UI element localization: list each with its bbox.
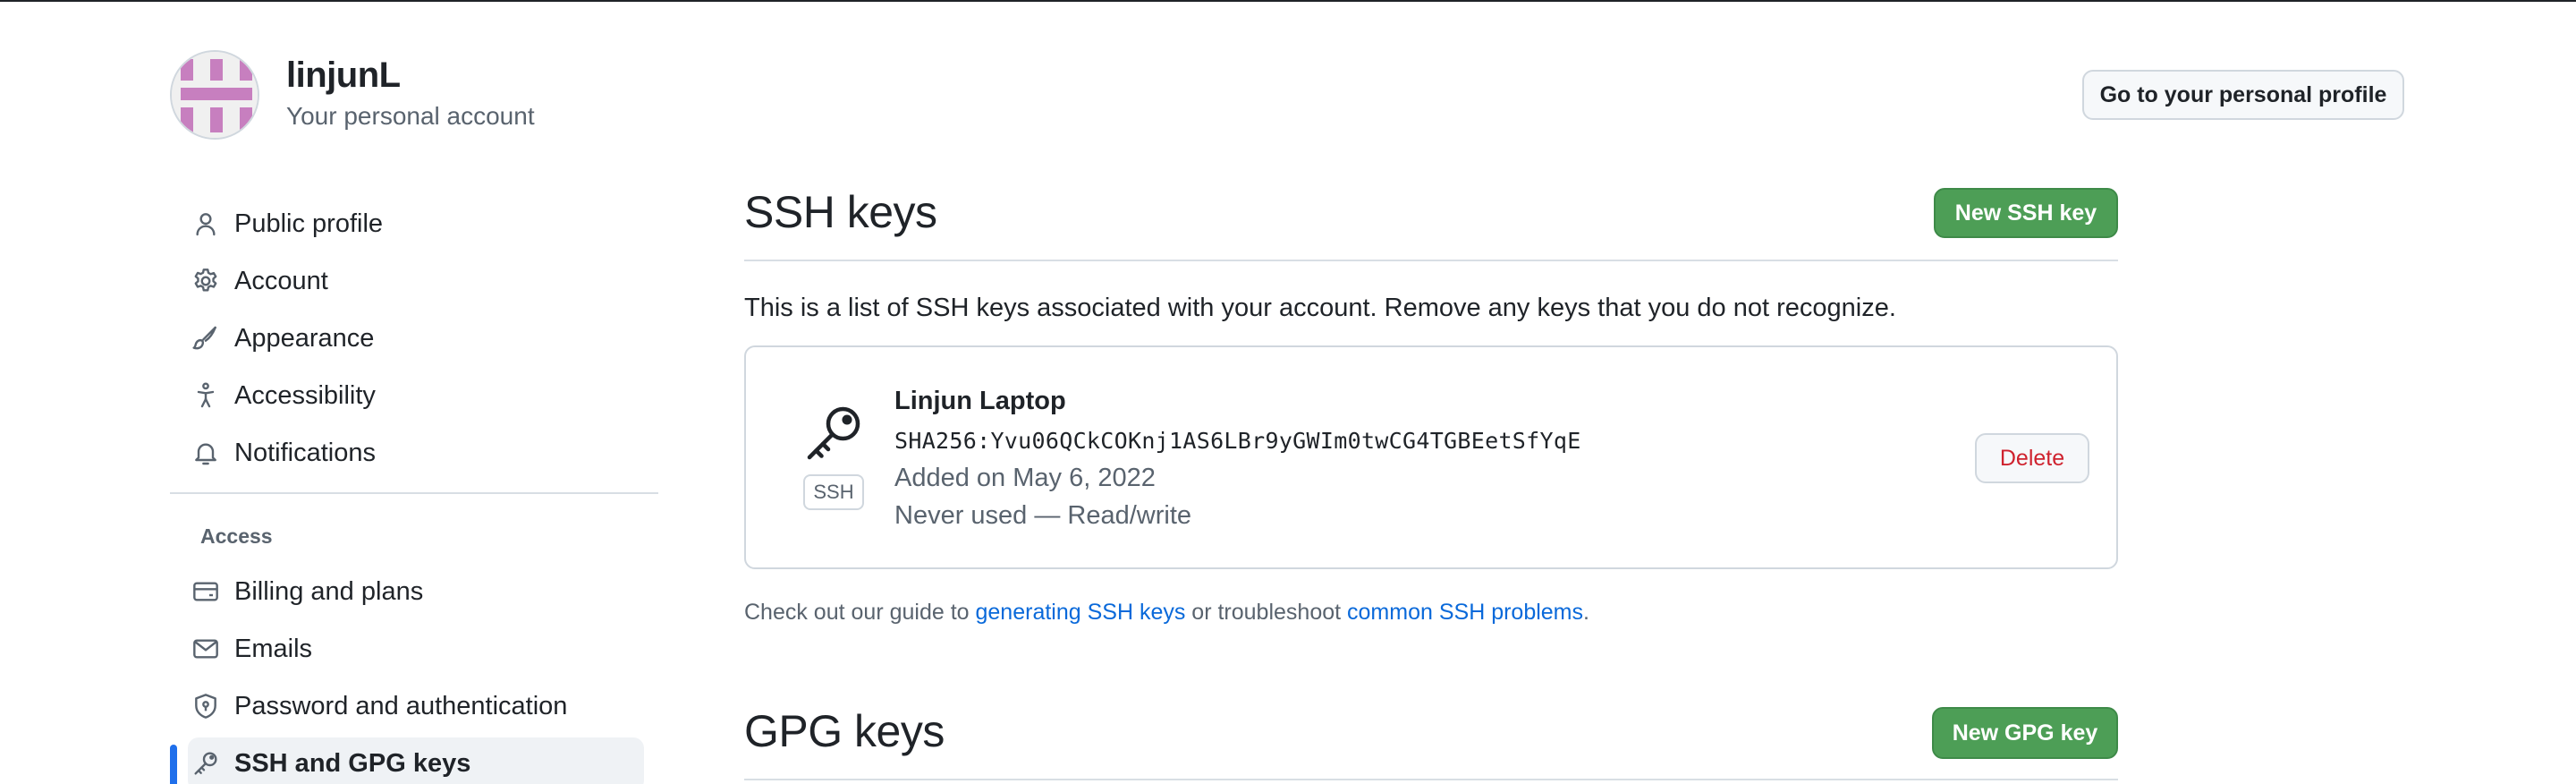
sidebar-item-accessibility[interactable]: Accessibility xyxy=(188,371,644,421)
key-name: Linjun Laptop xyxy=(894,387,1066,415)
sidebar-item-label: SSH and GPG keys xyxy=(234,748,471,778)
ssh-key-list-item: SSH Linjun Laptop SHA256:Yvu06QCkCOKnj1A… xyxy=(744,345,2118,569)
sidebar-item-label: Billing and plans xyxy=(234,576,424,606)
section-divider xyxy=(744,260,2118,261)
sidebar-section-heading: Access xyxy=(200,524,273,548)
go-to-profile-button[interactable]: Go to your personal profile xyxy=(2082,70,2404,120)
mail-icon xyxy=(188,631,224,667)
key-icon xyxy=(188,746,224,781)
guide-middle: or troubleshoot xyxy=(1185,600,1348,625)
paintbrush-icon xyxy=(188,320,224,356)
guide-prefix: Check out our guide to xyxy=(744,600,976,625)
new-gpg-key-button[interactable]: New GPG key xyxy=(1932,707,2118,759)
key-added-date: Added on May 6, 2022 xyxy=(894,464,1156,492)
sidebar-item-label: Accessibility xyxy=(234,380,376,410)
sidebar-item-appearance[interactable]: Appearance xyxy=(188,313,644,363)
gear-icon xyxy=(188,263,224,299)
key-type-badge: SSH xyxy=(803,474,864,510)
credit-card-icon xyxy=(188,574,224,609)
sidebar-item-label: Appearance xyxy=(234,323,375,353)
sidebar-item-emails[interactable]: Emails xyxy=(188,624,644,674)
sidebar-item-label: Account xyxy=(234,266,328,295)
ssh-guide-text: Check out our guide to generating SSH ke… xyxy=(744,600,1589,626)
sidebar-item-billing[interactable]: Billing and plans xyxy=(188,567,644,617)
key-fingerprint: SHA256:Yvu06QCkCOKnj1AS6LBr9yGWIm0twCG4T… xyxy=(894,428,1581,454)
accessibility-icon xyxy=(188,378,224,413)
gpg-section-title: GPG keys xyxy=(744,706,945,756)
guide-suffix: . xyxy=(1583,600,1589,625)
sidebar-item-label: Emails xyxy=(234,634,313,663)
bell-icon xyxy=(188,435,224,471)
delete-key-button[interactable]: Delete xyxy=(1975,433,2089,483)
sidebar-item-ssh-gpg-keys[interactable]: SSH and GPG keys xyxy=(188,738,644,784)
top-border xyxy=(0,0,2576,2)
account-subtitle: Your personal account xyxy=(286,102,535,130)
person-icon xyxy=(188,206,224,242)
new-ssh-key-button[interactable]: New SSH key xyxy=(1934,188,2118,238)
sidebar-item-label: Public profile xyxy=(234,209,384,238)
username: linjunL xyxy=(286,55,401,95)
sidebar-item-password[interactable]: Password and authentication xyxy=(188,681,644,731)
avatar[interactable] xyxy=(170,50,259,140)
key-icon xyxy=(801,401,866,465)
sidebar-item-notifications[interactable]: Notifications xyxy=(188,428,644,478)
sidebar-active-marker xyxy=(170,745,177,784)
sidebar-divider xyxy=(170,492,658,494)
generating-ssh-keys-link[interactable]: generating SSH keys xyxy=(976,600,1186,625)
ssh-intro-text: This is a list of SSH keys associated wi… xyxy=(744,294,1896,322)
sidebar-item-label: Notifications xyxy=(234,438,376,467)
ssh-section-title: SSH keys xyxy=(744,187,937,237)
section-divider xyxy=(744,779,2118,780)
sidebar-item-public-profile[interactable]: Public profile xyxy=(188,199,644,249)
common-ssh-problems-link[interactable]: common SSH problems xyxy=(1347,600,1583,625)
sidebar-item-label: Password and authentication xyxy=(234,691,568,720)
key-usage: Never used — Read/write xyxy=(894,501,1192,530)
shield-lock-icon xyxy=(188,688,224,724)
sidebar-item-account[interactable]: Account xyxy=(188,256,644,306)
